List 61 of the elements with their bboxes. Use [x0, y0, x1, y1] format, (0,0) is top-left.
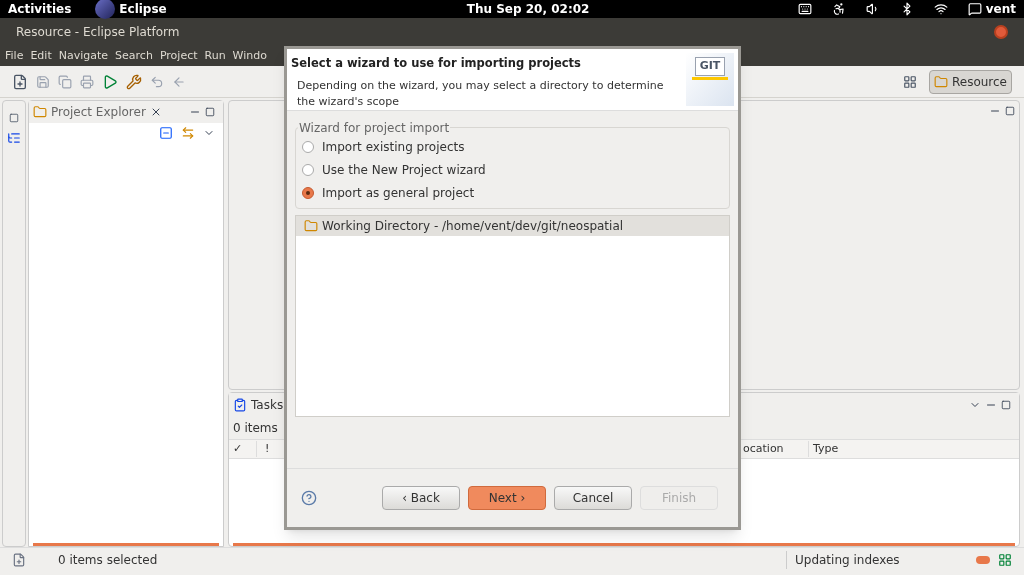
group-label: Wizard for project import — [298, 119, 451, 137]
menu-item[interactable]: File — [5, 47, 24, 65]
dialog-button[interactable]: ‹ Back — [382, 486, 460, 510]
user-menu[interactable]: vent — [985, 0, 1016, 18]
dialog-title: Select a wizard to use for importing projects — [291, 55, 582, 72]
run-icon — [102, 73, 118, 90]
help-icon[interactable] — [301, 490, 317, 506]
item-count: 0 items — [233, 420, 278, 437]
maximize-icon[interactable] — [1005, 106, 1015, 116]
tasks-icon — [233, 398, 247, 412]
tool-icon — [126, 73, 142, 90]
outline-icon — [7, 131, 21, 145]
app-icon — [95, 0, 116, 19]
menu-item[interactable]: Edit — [30, 47, 52, 65]
perspective-button[interactable]: Resource — [928, 69, 1012, 94]
maximize-icon[interactable] — [205, 107, 215, 117]
tree-item[interactable]: Working Directory - /home/vent/dev/git/neospatial — [296, 216, 729, 236]
open-perspective-icon — [902, 74, 917, 89]
menu-item[interactable]: Project — [159, 47, 198, 65]
radio-option[interactable]: Use the New Project wizard — [302, 161, 723, 179]
progress-icon — [976, 555, 990, 564]
wifi-icon — [933, 2, 948, 16]
maximize-icon[interactable] — [1001, 400, 1011, 410]
column-header[interactable]: ! — [257, 440, 279, 458]
column-header[interactable]: Type — [809, 440, 839, 458]
back-icon — [172, 74, 186, 89]
radio-option[interactable]: Import existing projects — [302, 138, 723, 156]
menu-item[interactable]: Run — [204, 47, 226, 65]
dialog-button[interactable]: Next › — [468, 486, 546, 510]
clock[interactable]: Thu Sep 20, 02:02 — [466, 0, 590, 18]
close-button[interactable] — [994, 25, 1008, 39]
collapse-icon — [159, 126, 173, 140]
status-text: 0 items selected — [58, 551, 158, 569]
folder-icon — [933, 74, 948, 89]
view-tab[interactable]: Tasks — [251, 396, 284, 414]
restore-icon — [9, 113, 19, 123]
folder-icon — [304, 219, 318, 233]
new-icon — [12, 73, 28, 90]
accessibility-icon — [831, 2, 846, 16]
fast-view-icon — [12, 552, 26, 567]
save-icon — [36, 74, 50, 89]
menu-item[interactable]: Navigate — [58, 47, 109, 65]
radio-option[interactable]: Import as general project — [302, 184, 723, 202]
folder-icon — [33, 105, 47, 119]
window-title: Resource - Eclipse Platform — [16, 24, 180, 41]
progress-text: Updating indexes — [786, 550, 976, 569]
progress-view-icon — [998, 552, 1012, 567]
keyboard-icon — [797, 2, 812, 16]
copy-icon — [58, 74, 72, 89]
activities-button[interactable]: Activities — [8, 0, 72, 18]
link-icon — [181, 126, 195, 140]
chat-icon — [967, 2, 982, 16]
git-logo: GIT — [694, 57, 726, 76]
menu-item[interactable]: Search — [115, 47, 153, 65]
app-menu[interactable]: Eclipse — [119, 0, 167, 18]
dialog-description: Depending on the wizard, you may select a directory to determine the wizard's scope — [296, 78, 665, 111]
menu-item[interactable]: Windo — [232, 47, 267, 65]
dialog-button[interactable]: Cancel — [554, 486, 632, 510]
print-icon — [80, 74, 94, 89]
column-header[interactable]: ✓ — [229, 440, 257, 458]
undo-icon — [150, 74, 164, 89]
